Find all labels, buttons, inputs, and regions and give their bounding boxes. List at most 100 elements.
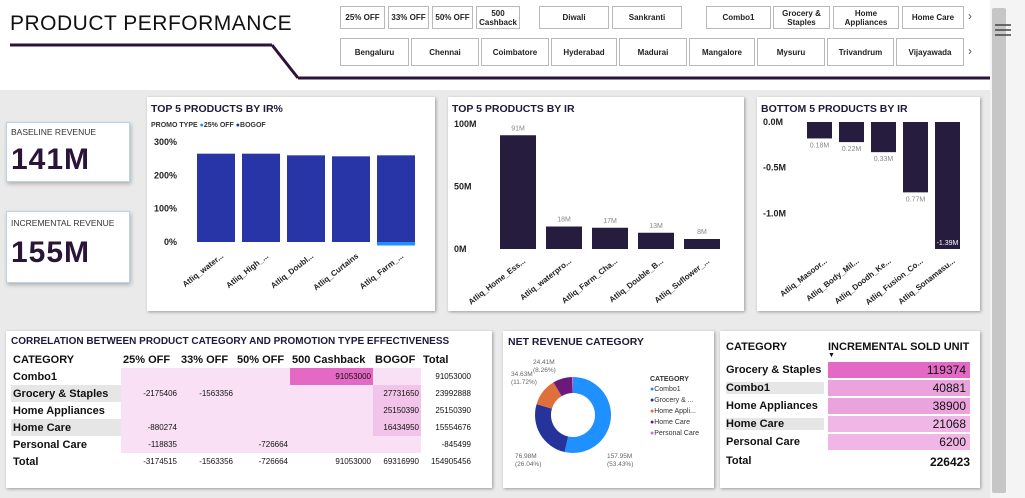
slicer-city-madurai[interactable]: Madurai	[619, 38, 687, 66]
y-tick-label: 0%	[164, 237, 177, 247]
matrix-cell	[235, 402, 290, 419]
data-label: -1.39M	[937, 240, 959, 247]
page-scrollbar-thumb[interactable]	[992, 8, 1006, 493]
x-tick-label: Atliq_High_...	[224, 251, 270, 290]
matrix-row-label: Personal Care	[13, 438, 87, 451]
x-tick-label: Atliq_water...	[181, 251, 225, 288]
matrix-col-header[interactable]: 500 Cashback	[290, 351, 373, 368]
units-col-category: CATEGORY	[726, 341, 788, 353]
matrix-row[interactable]: Home Appliances 25150390 25150390	[11, 402, 473, 419]
matrix-category-promo[interactable]: CORRELATION BETWEEN PRODUCT CATEGORY AND…	[6, 331, 492, 488]
slicer-city-trivandrum[interactable]: Trivandrum	[827, 38, 894, 66]
units-row[interactable]: Home Care 21068	[720, 415, 980, 433]
chart-top5-ir-percent[interactable]: TOP 5 PRODUCTS BY IR% PROMO TYPE ●25% OF…	[147, 97, 435, 311]
matrix-row-label: Combo1	[13, 370, 57, 383]
matrix-col-header[interactable]: 33% OFF	[179, 351, 235, 368]
matrix-cell: 69316990	[383, 457, 419, 466]
y-tick-label: 0M	[454, 244, 467, 254]
data-label: (8.26%)	[533, 367, 556, 374]
chart-net-revenue-category[interactable]: NET REVENUE CATEGORY 157.95M (53.43%) 76.9…	[503, 331, 714, 488]
matrix-cell: 91053000	[435, 372, 471, 381]
matrix-cell	[179, 368, 235, 385]
legend-item-combo1: ●Combo1	[650, 386, 681, 393]
data-label: 76.98M	[515, 453, 537, 460]
bar	[807, 122, 832, 139]
matrix-cell: 23992888	[435, 389, 471, 398]
matrix-row-label: Total	[13, 455, 39, 468]
slicer-city-vijayawada[interactable]: Vijayawada	[896, 38, 964, 66]
units-col-sold[interactable]: INCREMENTAL SOLD UNIT	[828, 341, 969, 353]
slicer-promo-25[interactable]: 25% OFF	[340, 6, 385, 29]
matrix-row[interactable]: Combo1 91053000 91053000	[11, 368, 473, 385]
units-row[interactable]: Home Appliances 38900	[720, 397, 980, 415]
legend-item-grocery: ●Grocery & ...	[650, 397, 694, 404]
y-tick-label: 100M	[454, 119, 477, 129]
slicer-scroll-right-icon[interactable]: ›	[968, 9, 972, 23]
units-row[interactable]: Grocery & Staples 119374	[720, 361, 980, 379]
matrix-cell	[121, 402, 179, 419]
data-label: 8M	[697, 229, 707, 236]
matrix-col-header[interactable]: 25% OFF	[121, 351, 179, 368]
matrix-col-header[interactable]: CATEGORY	[11, 351, 121, 368]
matrix-row[interactable]: Personal Care -118835 -726664 -845499	[11, 436, 473, 453]
matrix-table: CATEGORY 25% OFF 33% OFF 50% OFF 500 Cashbac…	[11, 351, 473, 470]
matrix-row[interactable]: Home Care -880274 16434950 15554676	[11, 419, 473, 436]
slicer-category-home-appliances[interactable]: Home Appliances	[833, 6, 899, 29]
legend-item-personal-care: ●Personal Care	[650, 430, 699, 437]
slicer-city-bengaluru[interactable]: Bengaluru	[340, 38, 409, 66]
matrix-cell	[179, 402, 235, 419]
bar-bogof	[287, 155, 325, 242]
chart-plot: 0.0M-0.5M-1.0M0.18MAtliq_Masoor...0.22MA…	[763, 117, 960, 307]
bar	[903, 122, 928, 193]
slicer-campaign-sankranti[interactable]: Sankranti	[612, 6, 682, 29]
chart-bottom5-ir[interactable]: BOTTOM 5 PRODUCTS BY IR 0.0M -0.5M -1.0M 0.…	[757, 97, 980, 311]
bar	[546, 226, 582, 249]
chart-plot: 0% 100% 200% 300% Atliq_water... Atliq_High_.…	[154, 137, 415, 292]
sort-desc-icon[interactable]: ▼	[828, 352, 835, 359]
slicer-city-chennai[interactable]: Chennai	[411, 38, 479, 66]
legend-title: CATEGORY	[650, 376, 689, 383]
matrix-row[interactable]: Total -3174515 -1563356 -726664 91053000 6931…	[11, 453, 473, 470]
slicer-category-combo1[interactable]: Combo1	[706, 6, 771, 29]
bar-bogof	[242, 153, 280, 242]
units-row[interactable]: Personal Care 6200	[720, 433, 980, 451]
data-label: 91M	[511, 125, 525, 132]
matrix-row-label: Home Care	[11, 419, 121, 436]
matrix-cell: -726664	[235, 436, 290, 453]
matrix-col-header[interactable]: 50% OFF	[235, 351, 290, 368]
matrix-cell: 27731650	[373, 385, 421, 402]
matrix-cell: -1563356	[199, 457, 233, 466]
units-row-label: Grocery & Staples	[726, 364, 822, 376]
y-tick-label: 50M	[454, 182, 472, 192]
slicer-promo-33[interactable]: 33% OFF	[388, 6, 429, 29]
matrix-cell	[235, 368, 290, 385]
matrix-cell: 25150390	[435, 406, 471, 415]
hamburger-menu-icon[interactable]	[993, 20, 1013, 40]
slicer-category-home-care[interactable]: Home Care	[902, 6, 964, 29]
matrix-col-header[interactable]: BOGOF	[373, 351, 421, 368]
slicer-category-grocery[interactable]: Grocery & Staples	[773, 6, 830, 29]
matrix-cell: -845499	[441, 440, 471, 449]
slicer-city-mangalore[interactable]: Mangalore	[689, 38, 755, 66]
units-row[interactable]: Combo1 40881	[720, 379, 980, 397]
table-incremental-sold-units[interactable]: CATEGORY INCREMENTAL SOLD UNIT ▼ Grocery…	[720, 331, 980, 488]
slicer-promo-cashback[interactable]: 500 Cashback	[476, 6, 520, 29]
matrix-row[interactable]: Grocery & Staples -2175406 -1563356 2773165…	[11, 385, 473, 402]
y-tick-label: 0.0M	[763, 117, 783, 127]
units-row-value: 6200	[828, 434, 970, 450]
slicer-city-mysuru[interactable]: Mysuru	[757, 38, 825, 66]
slicer-city-coimbatore[interactable]: Coimbatore	[481, 38, 549, 66]
slicer-city-scroll-right-icon[interactable]: ›	[968, 44, 972, 58]
slicer-campaign-diwali[interactable]: Diwali	[539, 6, 609, 29]
slicer-city-hyderabad[interactable]: Hyderabad	[551, 38, 617, 66]
matrix-cell: -2175406	[121, 385, 179, 402]
chart-top5-ir[interactable]: TOP 5 PRODUCTS BY IR 0M 50M 100M 91M Atliq_H…	[448, 97, 744, 311]
kpi-baseline-value: 141M	[11, 143, 91, 176]
kpi-incremental-value: 155M	[11, 236, 91, 269]
x-tick-label: Atliq_Farm_...	[358, 251, 405, 291]
matrix-cell	[373, 368, 421, 385]
x-tick-label: Atliq_Sonamasu...	[897, 256, 957, 306]
matrix-cell	[290, 385, 373, 402]
slicer-promo-50[interactable]: 50% OFF	[432, 6, 473, 29]
matrix-col-header[interactable]: Total	[421, 351, 473, 368]
